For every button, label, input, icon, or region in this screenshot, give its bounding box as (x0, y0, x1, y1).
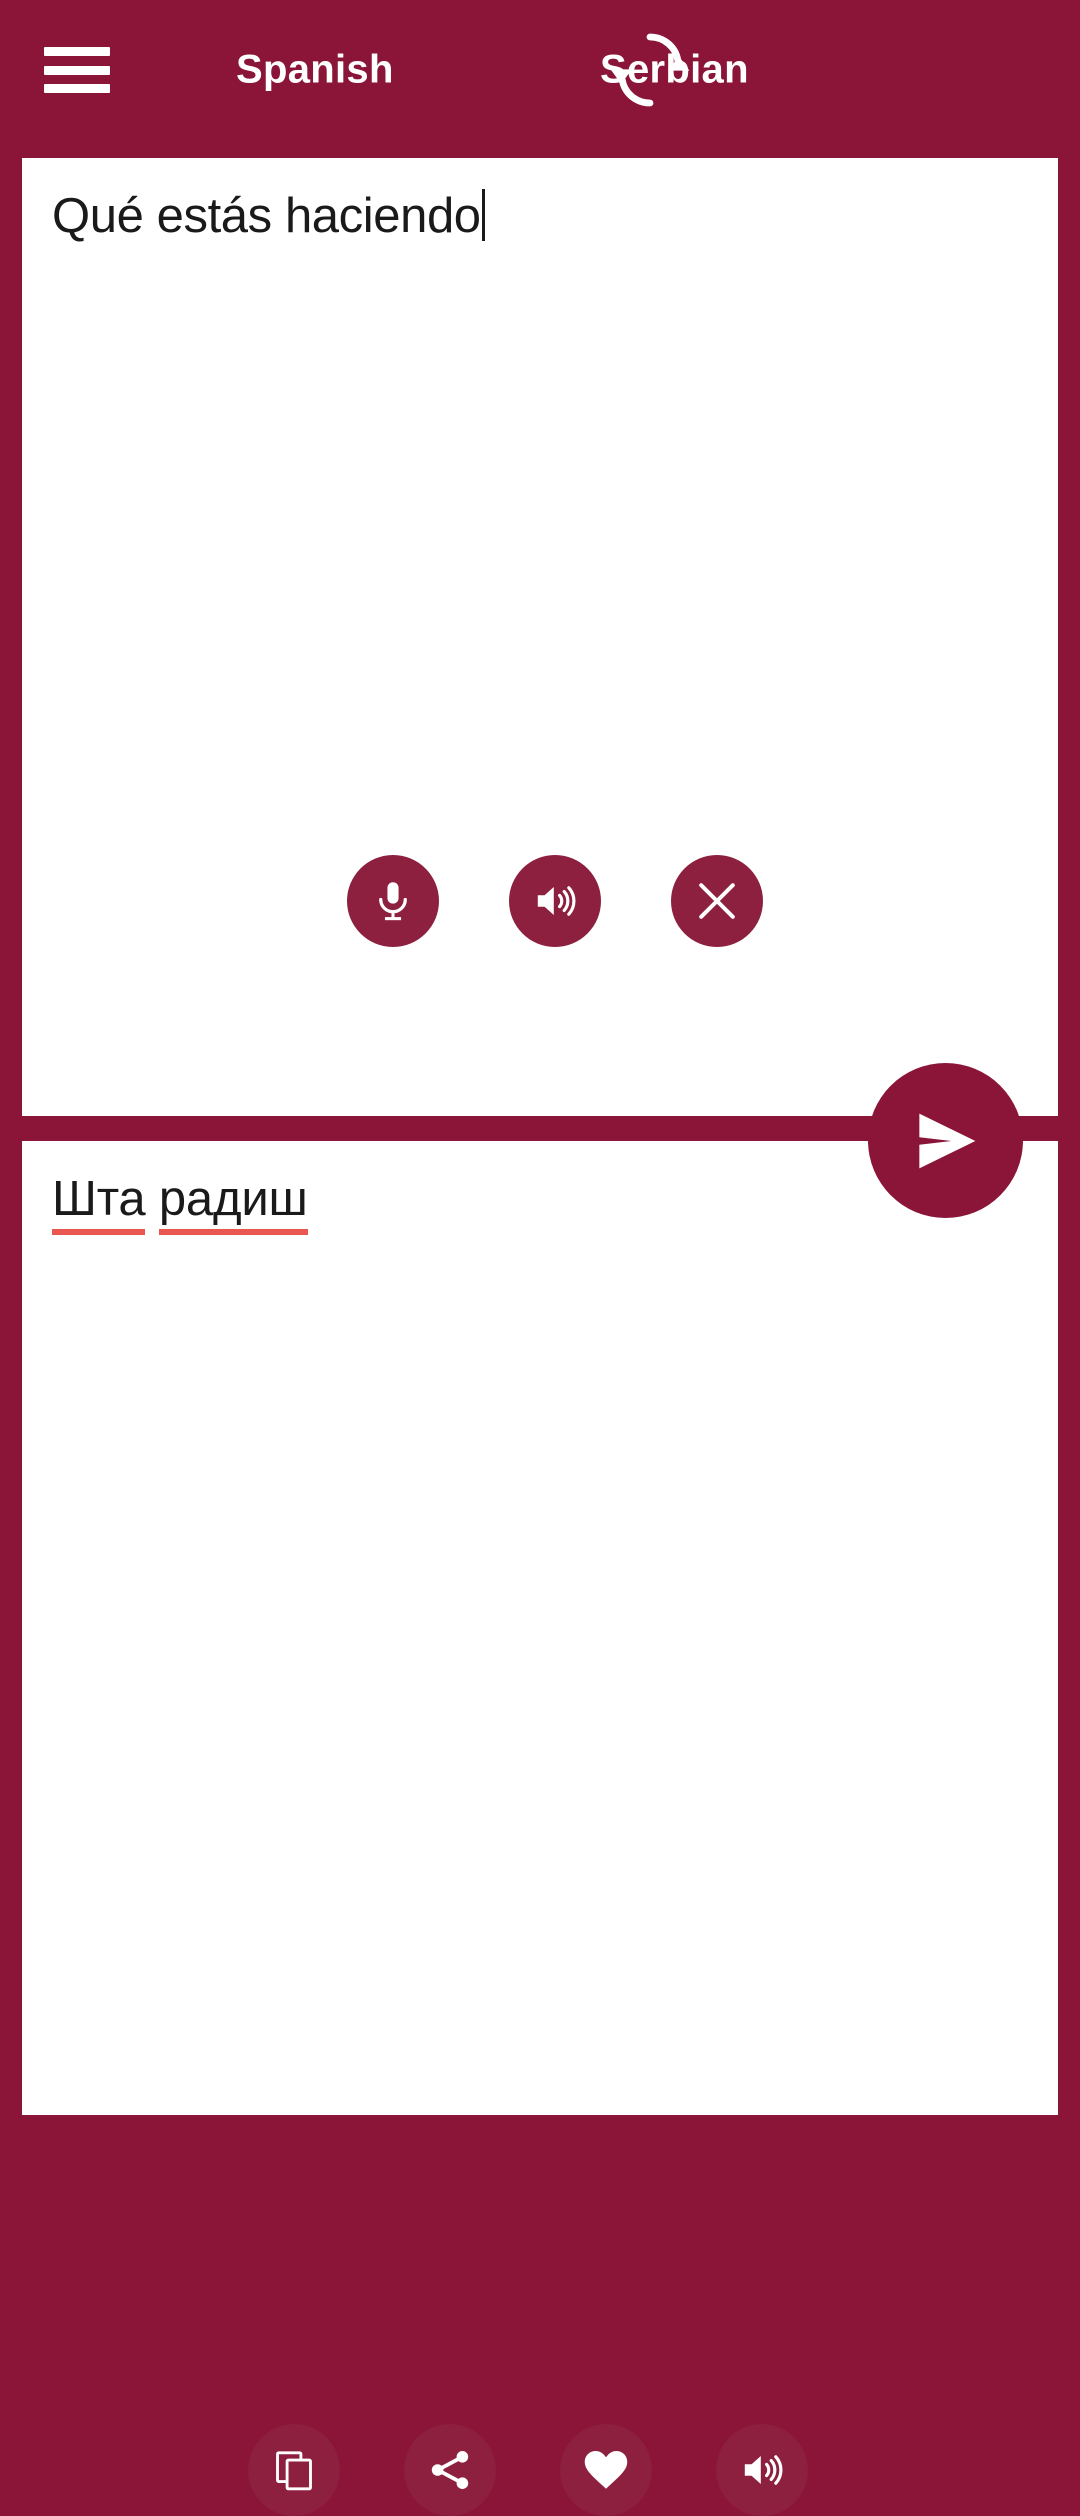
share-button[interactable] (404, 2424, 496, 2516)
speak-source-button[interactable] (509, 855, 601, 947)
target-word: Шта (52, 1172, 146, 1235)
favorite-button[interactable] (560, 2424, 652, 2516)
source-text[interactable]: Qué estás haciendo (52, 189, 481, 243)
copy-button[interactable] (248, 2424, 340, 2516)
send-button[interactable] (868, 1063, 1023, 1218)
text-caret (481, 189, 485, 241)
target-actions (22, 2424, 1058, 2516)
hamburger-menu-icon[interactable] (44, 47, 110, 93)
source-language-label[interactable]: Spanish (236, 48, 394, 93)
microphone-button[interactable] (347, 855, 439, 947)
target-word: радиш (158, 1172, 308, 1235)
target-language-label[interactable]: Serbian (600, 48, 749, 93)
app-bar: Spanish Serbian (0, 0, 1080, 140)
hamburger-bar (44, 84, 110, 93)
source-actions (22, 855, 1058, 947)
target-text-panel: Шта радиш (22, 1141, 1058, 2516)
hamburger-bar (44, 65, 110, 75)
source-text-panel: Qué estás haciendo (22, 158, 1058, 1116)
clear-button[interactable] (671, 855, 763, 947)
speak-target-button[interactable] (716, 2424, 808, 2516)
hamburger-bar (44, 47, 110, 56)
source-input-area[interactable]: Qué estás haciendo (22, 158, 1058, 247)
target-text: Шта радиш (52, 1172, 308, 1235)
